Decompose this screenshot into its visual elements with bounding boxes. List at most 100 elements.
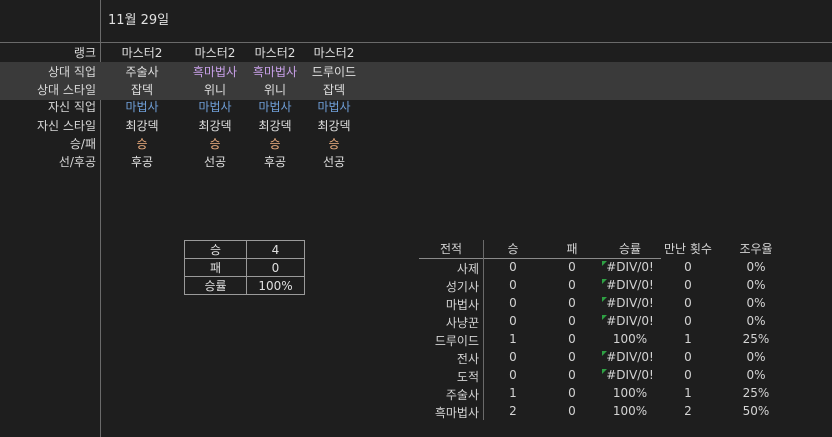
record-win-cell[interactable]: 1 <box>483 386 543 400</box>
record-loss-cell[interactable]: 0 <box>543 296 601 310</box>
record-loss-cell[interactable]: 0 <box>543 368 601 382</box>
record-win-cell[interactable]: 2 <box>483 404 543 418</box>
record-class-cell[interactable]: 사냥꾼 <box>419 314 479 331</box>
rate-label[interactable]: 승률 <box>184 276 247 295</box>
record-rate-cell[interactable]: #DIV/0! <box>601 350 659 364</box>
rank-cell[interactable]: 마스터2 <box>113 44 171 61</box>
record-win-cell[interactable]: 0 <box>483 278 543 292</box>
record-win-cell[interactable]: 1 <box>483 332 543 346</box>
opp-class-cell[interactable]: 흑마법사 <box>186 63 244 80</box>
result-cell[interactable]: 승 <box>186 135 244 152</box>
turn-cell[interactable]: 선공 <box>186 153 244 170</box>
record-enc-cell[interactable]: 0% <box>727 368 785 382</box>
record-enc-cell[interactable]: 25% <box>727 386 785 400</box>
record-loss-cell[interactable]: 0 <box>543 314 601 328</box>
record-met-cell[interactable]: 0 <box>659 314 717 328</box>
record-met-cell[interactable]: 1 <box>659 386 717 400</box>
my-class-cell[interactable]: 마법사 <box>246 98 304 115</box>
rank-cell[interactable]: 마스터2 <box>186 44 244 61</box>
record-rate-cell[interactable]: 100% <box>601 404 659 418</box>
record-class-cell[interactable]: 도적 <box>419 368 479 385</box>
my-class-cell[interactable]: 마법사 <box>113 98 171 115</box>
my-style-cell[interactable]: 최강덱 <box>246 117 304 134</box>
record-class-cell[interactable]: 흑마법사 <box>419 404 479 421</box>
loss-label[interactable]: 패 <box>184 258 247 277</box>
turn-cell[interactable]: 후공 <box>113 153 171 170</box>
record-win-cell[interactable]: 0 <box>483 368 543 382</box>
result-cell[interactable]: 승 <box>305 135 363 152</box>
record-header-win: 승 <box>507 242 519 256</box>
record-enc-cell[interactable]: 0% <box>727 296 785 310</box>
record-loss-cell[interactable]: 0 <box>543 332 601 346</box>
record-rate-cell[interactable]: #DIV/0! <box>601 278 659 292</box>
my-style-cell[interactable]: 최강덱 <box>113 117 171 134</box>
my-class-cell[interactable]: 마법사 <box>305 98 363 115</box>
win-value[interactable]: 4 <box>246 240 305 259</box>
opp-class-cell[interactable]: 주술사 <box>113 63 171 80</box>
record-class-cell[interactable]: 성기사 <box>419 278 479 295</box>
rank-cell[interactable]: 마스터2 <box>246 44 304 61</box>
opp-class-cell[interactable]: 흑마법사 <box>246 63 304 80</box>
record-rate-cell[interactable]: 100% <box>601 332 659 346</box>
opp-style-cell[interactable]: 잡덱 <box>305 81 363 98</box>
record-header-met: 만난 횟수 <box>664 242 712 256</box>
result-cell[interactable]: 승 <box>246 135 304 152</box>
record-loss-cell[interactable]: 0 <box>543 404 601 418</box>
record-class-cell[interactable]: 주술사 <box>419 386 479 403</box>
record-enc-cell[interactable]: 0% <box>727 260 785 274</box>
record-enc-cell[interactable]: 0% <box>727 278 785 292</box>
result-cell[interactable]: 승 <box>113 135 171 152</box>
date-label: 11월 29일 <box>108 13 170 28</box>
win-label[interactable]: 승 <box>184 240 247 259</box>
record-loss-cell[interactable]: 0 <box>543 278 601 292</box>
opp-style-cell[interactable]: 잡덱 <box>113 81 171 98</box>
record-win-cell[interactable]: 0 <box>483 260 543 274</box>
record-rate-cell[interactable]: #DIV/0! <box>601 314 659 328</box>
record-met-cell[interactable]: 0 <box>659 260 717 274</box>
record-win-cell[interactable]: 0 <box>483 314 543 328</box>
record-header-enc: 조우율 <box>739 242 773 256</box>
my-class-cell[interactable]: 마법사 <box>186 98 244 115</box>
record-met-cell[interactable]: 0 <box>659 278 717 292</box>
turn-cell[interactable]: 선공 <box>305 153 363 170</box>
rate-value[interactable]: 100% <box>246 276 305 295</box>
record-win-cell[interactable]: 0 <box>483 296 543 310</box>
record-met-cell[interactable]: 0 <box>659 350 717 364</box>
record-rate-cell[interactable]: #DIV/0! <box>601 296 659 310</box>
record-rate-cell[interactable]: #DIV/0! <box>601 260 659 274</box>
record-loss-cell[interactable]: 0 <box>543 386 601 400</box>
record-class-cell[interactable]: 전사 <box>419 350 479 367</box>
row-label-my-style: 자신 스타일 <box>36 119 96 133</box>
my-style-cell[interactable]: 최강덱 <box>186 117 244 134</box>
record-rate-cell[interactable]: #DIV/0! <box>601 368 659 382</box>
opp-class-cell[interactable]: 드루이드 <box>305 63 363 80</box>
record-header-loss: 패 <box>566 242 578 256</box>
error-marker-icon <box>602 297 607 302</box>
record-enc-cell[interactable]: 0% <box>727 314 785 328</box>
record-header-underline <box>419 258 661 259</box>
record-class-cell[interactable]: 드루이드 <box>419 332 479 349</box>
record-class-cell[interactable]: 마법사 <box>419 296 479 313</box>
record-header-class: 전적 <box>439 242 463 256</box>
record-met-cell[interactable]: 0 <box>659 368 717 382</box>
error-marker-icon <box>602 369 607 374</box>
record-rate-cell[interactable]: 100% <box>601 386 659 400</box>
record-class-cell[interactable]: 사제 <box>419 260 479 277</box>
summary-row-rate: 승률 100% <box>184 276 305 295</box>
record-win-cell[interactable]: 0 <box>483 350 543 364</box>
turn-cell[interactable]: 후공 <box>246 153 304 170</box>
record-enc-cell[interactable]: 25% <box>727 332 785 346</box>
opp-style-cell[interactable]: 위니 <box>246 81 304 98</box>
record-loss-cell[interactable]: 0 <box>543 350 601 364</box>
record-met-cell[interactable]: 2 <box>659 404 717 418</box>
rank-cell[interactable]: 마스터2 <box>305 44 363 61</box>
record-met-cell[interactable]: 0 <box>659 296 717 310</box>
record-enc-cell[interactable]: 0% <box>727 350 785 364</box>
record-enc-cell[interactable]: 50% <box>727 404 785 418</box>
opp-style-cell[interactable]: 위니 <box>186 81 244 98</box>
row-label-opp-class: 상대 직업 <box>48 65 96 79</box>
loss-value[interactable]: 0 <box>246 258 305 277</box>
record-loss-cell[interactable]: 0 <box>543 260 601 274</box>
my-style-cell[interactable]: 최강덱 <box>305 117 363 134</box>
record-met-cell[interactable]: 1 <box>659 332 717 346</box>
